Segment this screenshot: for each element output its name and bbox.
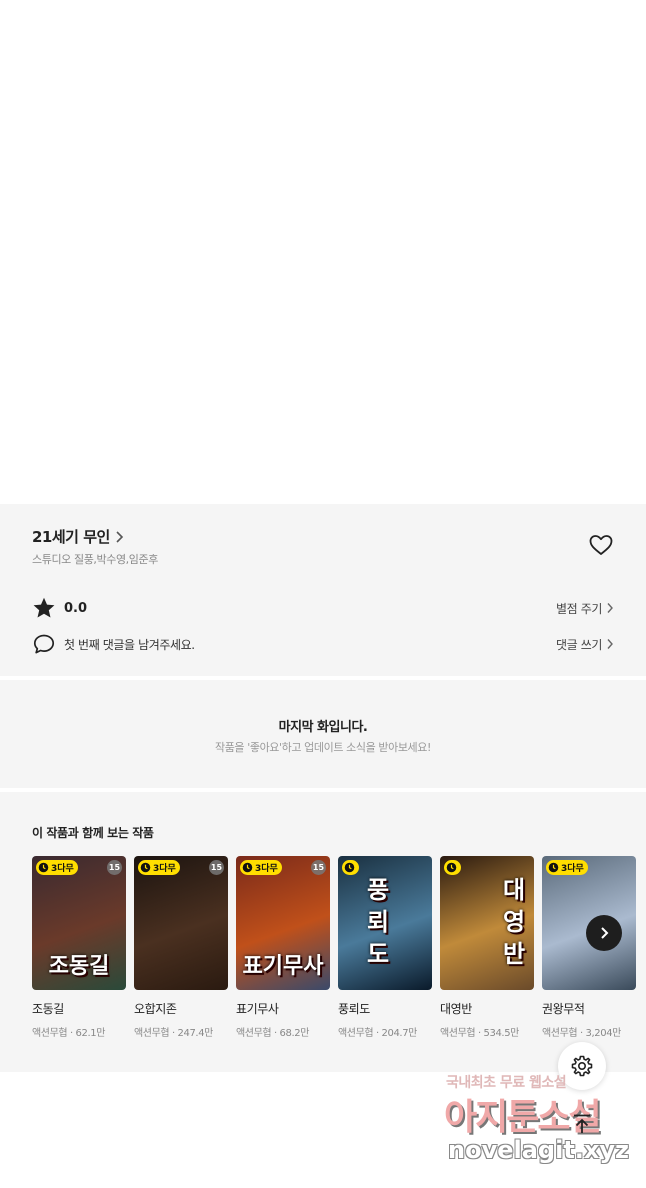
scroll-top-button[interactable] [558, 1100, 606, 1148]
chevron-right-icon [601, 927, 609, 939]
clock-icon [548, 862, 559, 873]
clock-icon [344, 862, 355, 873]
age-rating-badge: 15 [107, 860, 122, 875]
recommendation-meta: 액션무협 · 3,204만 [542, 1028, 621, 1039]
recommendation-card[interactable]: 3다무 15 오합지존액션무협 · 247.4만 [134, 856, 228, 1039]
age-rating-badge: 15 [209, 860, 224, 875]
recommendation-title: 조동길 [32, 1002, 64, 1016]
clock-icon [38, 862, 49, 873]
rating-row: 0.0 별점 주기 [32, 596, 614, 620]
cover-title-art: 표기무사 [242, 953, 324, 979]
badge-label: 3다무 [561, 864, 584, 874]
badge-label: 3다무 [153, 864, 176, 874]
carousel-next-button[interactable] [586, 915, 622, 951]
chevron-right-icon [116, 530, 123, 543]
badge-label: 3다무 [255, 864, 278, 874]
badge-label: 3다무 [51, 864, 74, 874]
recommendation-card[interactable]: 대영반 대영반 액션무협 · 534.5만 [440, 856, 534, 1039]
recommendation-meta: 액션무협 · 68.2만 [236, 1028, 310, 1039]
wait-free-badge [444, 860, 461, 875]
age-rating-badge: 15 [311, 860, 326, 875]
cover-title-art: 풍뢰도 [366, 875, 390, 968]
cover-thumbnail: 풍뢰도 [338, 856, 432, 990]
recommendation-title: 표기무사 [236, 1002, 279, 1016]
recommendation-meta: 액션무협 · 247.4만 [134, 1028, 213, 1039]
rate-button-label: 별점 주기 [556, 601, 602, 616]
recommendation-card[interactable]: 3다무권왕무적액션무협 · 3,204만 [542, 856, 636, 1039]
chevron-right-icon [607, 639, 613, 649]
gear-icon [571, 1055, 593, 1077]
cover-title-art: 조동길 [48, 953, 110, 979]
recommendation-card[interactable]: 풍뢰도 풍뢰도 액션무협 · 204.7만 [338, 856, 432, 1039]
work-authors: 스튜디오 질풍,박수영,임준후 [32, 553, 158, 566]
last-episode-title: 마지막 화입니다. [278, 720, 368, 735]
chevron-right-icon [607, 603, 613, 613]
rate-button[interactable]: 별점 주기 [556, 600, 614, 617]
work-title-link[interactable]: 21세기 무인 [32, 526, 124, 547]
wait-free-badge: 3다무 [240, 860, 282, 875]
wait-free-badge [342, 860, 359, 875]
recommendations-panel: 이 작품과 함께 보는 작품 3다무 15 조동길 조동길 액션무협 · 62.1만 3다… [0, 792, 646, 1072]
clock-icon [446, 862, 457, 873]
viewer-blank-area [0, 0, 646, 504]
recommendation-title: 권왕무적 [542, 1002, 585, 1016]
last-episode-panel: 마지막 화입니다. 작품을 '좋아요'하고 업데이트 소식을 받아보세요! [0, 680, 646, 788]
cover-thumbnail: 3다무 15 [134, 856, 228, 990]
watermark-tagline: 국내최초 무료 웹소설 [446, 1075, 567, 1091]
write-comment-button[interactable]: 댓글 쓰기 [556, 636, 614, 653]
cover-thumbnail: 3다무 15 조동길 [32, 856, 126, 990]
cover-thumbnail: 대영반 [440, 856, 534, 990]
heart-icon[interactable] [588, 533, 614, 557]
cover-title-art: 대영반 [502, 875, 526, 968]
recommendations-heading: 이 작품과 함께 보는 작품 [32, 826, 154, 840]
clock-icon [242, 862, 253, 873]
recommendation-title: 오합지존 [134, 1002, 177, 1016]
star-icon [33, 597, 55, 618]
recommendation-card[interactable]: 3다무 15 표기무사 표기무사 액션무협 · 68.2만 [236, 856, 330, 1039]
speech-bubble-icon [33, 634, 55, 654]
recommendation-card[interactable]: 3다무 15 조동길 조동길 액션무협 · 62.1만 [32, 856, 126, 1039]
recommendation-title: 대영반 [440, 1002, 472, 1016]
clock-icon [140, 862, 151, 873]
comment-prompt: 첫 번째 댓글을 남겨주세요. [64, 637, 195, 652]
work-title: 21세기 무인 [32, 528, 110, 546]
write-comment-label: 댓글 쓰기 [556, 637, 602, 652]
arrow-up-top-icon [574, 1114, 590, 1133]
comment-row: 첫 번째 댓글을 남겨주세요. 댓글 쓰기 [32, 632, 614, 656]
wait-free-badge: 3다무 [138, 860, 180, 875]
last-episode-subtitle: 작품을 '좋아요'하고 업데이트 소식을 받아보세요! [214, 741, 432, 754]
work-info-panel: 21세기 무인 스튜디오 질풍,박수영,임준후 0.0 별점 주기 첫 번째 댓… [0, 504, 646, 676]
recommendation-meta: 액션무협 · 204.7만 [338, 1028, 417, 1039]
recommendation-title: 풍뢰도 [338, 1002, 370, 1016]
recommendation-meta: 액션무협 · 62.1만 [32, 1028, 106, 1039]
settings-button[interactable] [558, 1042, 606, 1090]
wait-free-badge: 3다무 [546, 860, 588, 875]
rating-value: 0.0 [64, 600, 88, 616]
cover-thumbnail: 3다무 15 표기무사 [236, 856, 330, 990]
recommendation-meta: 액션무협 · 534.5만 [440, 1028, 519, 1039]
wait-free-badge: 3다무 [36, 860, 78, 875]
